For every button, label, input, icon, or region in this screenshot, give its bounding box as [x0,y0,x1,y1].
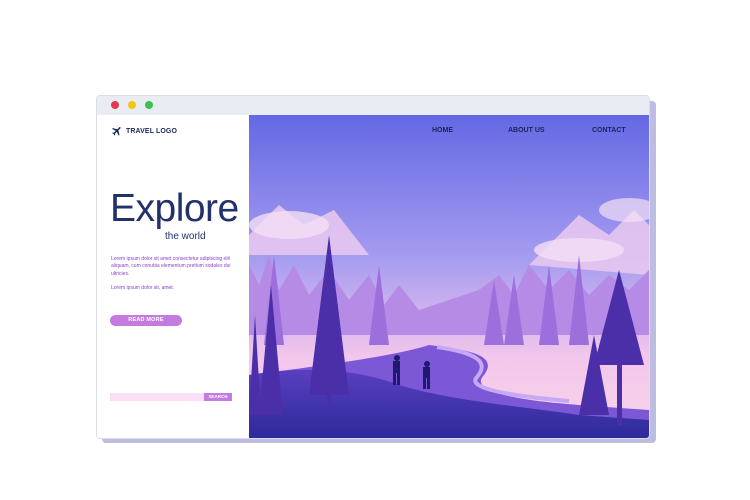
forest-landscape-illustration [249,115,649,438]
maximize-window-button[interactable] [145,101,153,109]
nav-about-us[interactable]: ABOUT US [508,127,545,134]
close-window-button[interactable] [111,101,119,109]
hero-body-text-secondary: Lorem ipsum dolor sit, amet. [111,285,175,291]
hero-body-text: Lorem ipsum dolor sit amet consectetur a… [111,256,231,277]
hero-headline: Explore [110,187,239,230]
travel-logo[interactable]: TRAVEL LOGO [111,125,177,137]
left-content-panel: TRAVEL LOGO Explore the world Lorem ipsu… [97,115,249,438]
airplane-icon [112,127,121,136]
nav-contact[interactable]: CONTACT [592,127,626,134]
hero-subheadline: the world [165,231,206,242]
hero-illustration: HOME ABOUT US CONTACT [249,115,649,438]
logo-text: TRAVEL LOGO [126,127,178,135]
read-more-button[interactable]: READ MORE [110,315,182,326]
minimize-window-button[interactable] [128,101,136,109]
nav-home[interactable]: HOME [432,127,453,134]
window-titlebar [97,96,649,115]
search-input[interactable] [110,393,204,401]
browser-window: TRAVEL LOGO Explore the world Lorem ipsu… [96,95,650,439]
search-button[interactable]: SEARCH [204,393,232,401]
